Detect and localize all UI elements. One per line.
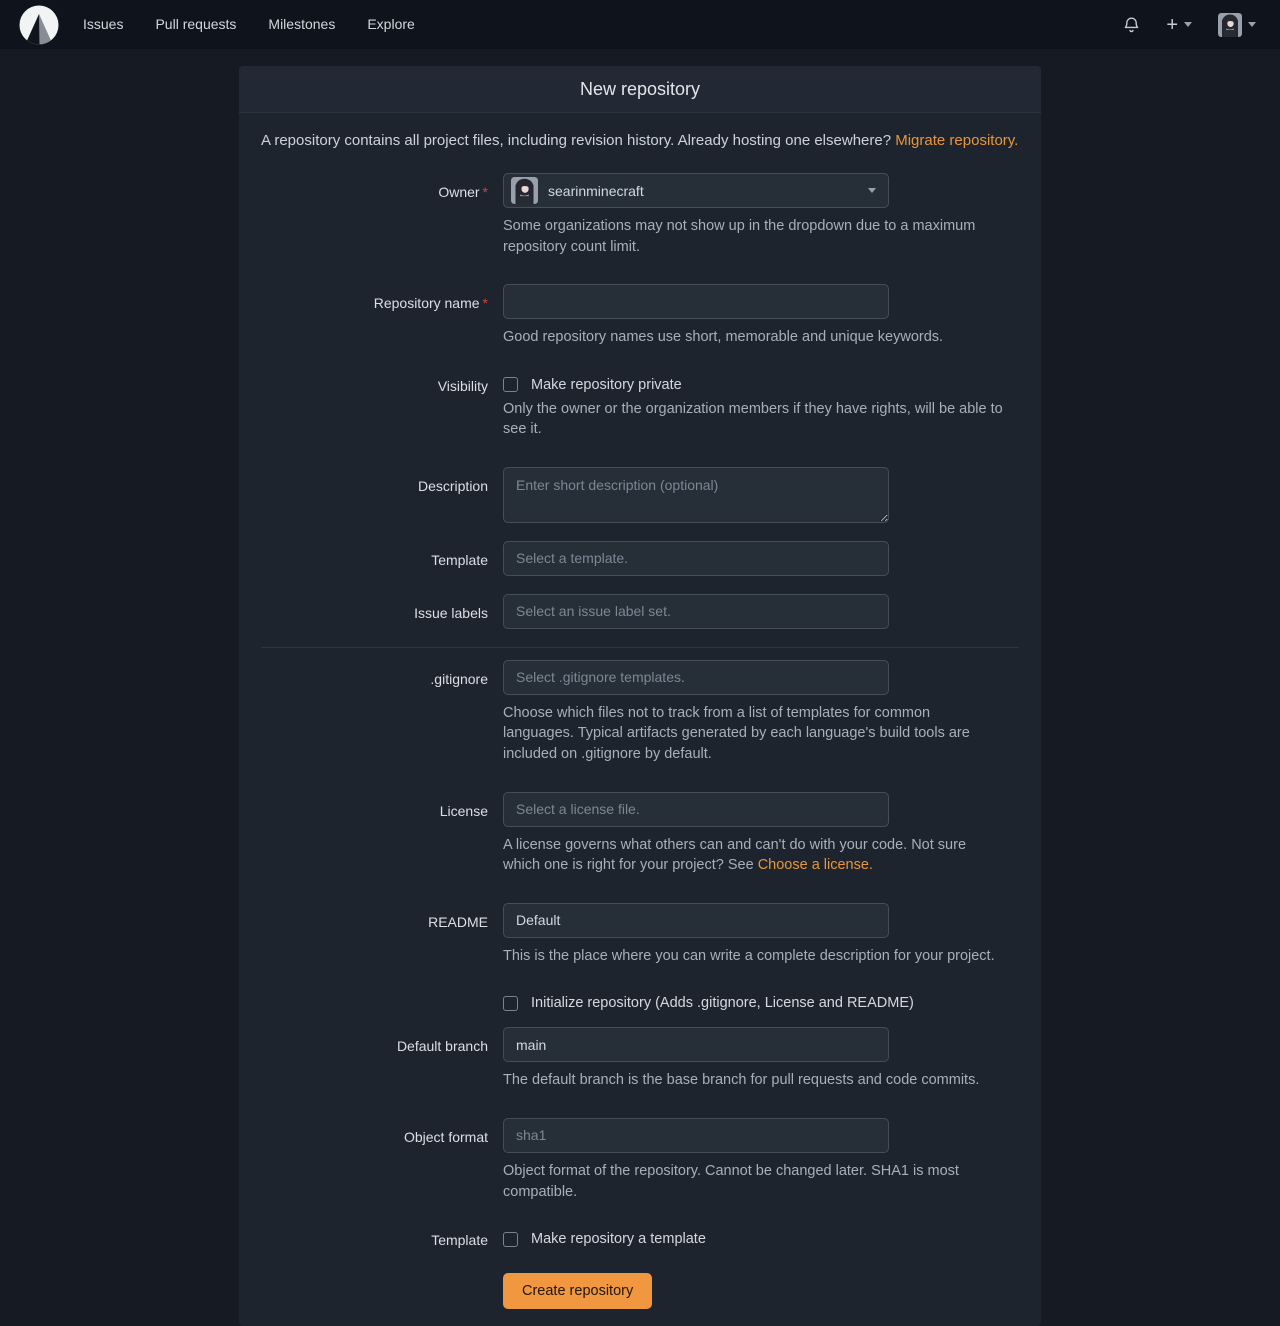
nav-link-explore[interactable]: Explore: [351, 0, 430, 49]
issue-labels-row: Issue labels Select an issue label set.: [261, 594, 1019, 629]
object-format-help: Object format of the repository. Cannot …: [503, 1161, 1004, 1202]
intro-text: A repository contains all project files,…: [261, 130, 1019, 151]
visibility-help: Only the owner or the organization membe…: [503, 399, 1004, 440]
plus-icon: +: [1166, 15, 1178, 35]
owner-select[interactable]: searinminecraft: [503, 173, 889, 208]
template-select-placeholder: Select a template.: [516, 550, 876, 566]
nav-link-issues[interactable]: Issues: [67, 0, 139, 49]
description-row: Description: [261, 467, 1019, 523]
create-menu-button[interactable]: +: [1156, 9, 1202, 41]
private-checkbox[interactable]: [503, 377, 518, 392]
new-repo-panel: New repository A repository contains all…: [239, 66, 1041, 1326]
make-template-checkbox-label[interactable]: Make repository a template: [531, 1231, 706, 1247]
choose-a-license-link[interactable]: Choose a license.: [758, 857, 873, 873]
description-label: Description: [261, 467, 503, 523]
owner-row: Owner* searinminecraft: [261, 173, 1019, 257]
init-label-spacer: [261, 993, 503, 1011]
section-divider: [261, 647, 1019, 648]
gitignore-placeholder: Select .gitignore templates.: [516, 669, 876, 685]
template-flag-row: Template Make repository a template: [261, 1229, 1019, 1249]
issue-labels-select[interactable]: Select an issue label set.: [503, 594, 889, 629]
template-flag-checkbox-line: Make repository a template: [503, 1229, 1019, 1247]
page-content: New repository A repository contains all…: [0, 49, 1280, 1326]
default-branch-help: The default branch is the base branch fo…: [503, 1070, 1004, 1091]
readme-value: Default: [516, 912, 876, 928]
init-row: Initialize repository (Adds .gitignore, …: [261, 993, 1019, 1011]
default-branch-label: Default branch: [261, 1027, 503, 1091]
private-checkbox-line: Make repository private: [503, 375, 1019, 393]
repo-name-row: Repository name* Good repository names u…: [261, 284, 1019, 348]
owner-avatar: [511, 177, 538, 204]
create-repository-button[interactable]: Create repository: [503, 1273, 652, 1309]
gitignore-label: .gitignore: [261, 660, 503, 765]
user-menu-button[interactable]: [1208, 7, 1266, 43]
object-format-row: Object format sha1 Object format of the …: [261, 1118, 1019, 1202]
readme-help: This is the place where you can write a …: [503, 946, 1004, 967]
init-checkbox-label[interactable]: Initialize repository (Adds .gitignore, …: [531, 995, 914, 1011]
nav-link-milestones[interactable]: Milestones: [252, 0, 351, 49]
template-select-row: Template Select a template.: [261, 541, 1019, 576]
page-title: New repository: [239, 66, 1041, 113]
readme-row: README Default This is the place where y…: [261, 903, 1019, 967]
template-flag-label: Template: [261, 1229, 503, 1249]
owner-label: Owner*: [261, 173, 503, 257]
issue-labels-label: Issue labels: [261, 594, 503, 629]
description-textarea[interactable]: [503, 467, 889, 523]
license-label: License: [261, 792, 503, 876]
repo-name-help: Good repository names use short, memorab…: [503, 327, 1004, 348]
readme-label: README: [261, 903, 503, 967]
required-mark: *: [483, 184, 488, 200]
repo-name-label: Repository name*: [261, 284, 503, 348]
site-logo-icon[interactable]: [19, 5, 59, 45]
top-navbar: Issues Pull requests Milestones Explore …: [0, 0, 1280, 49]
owner-value: searinminecraft: [548, 183, 858, 199]
visibility-row: Visibility Make repository private Only …: [261, 375, 1019, 440]
gitignore-help: Choose which files not to track from a l…: [503, 703, 1004, 765]
gitignore-select[interactable]: Select .gitignore templates.: [503, 660, 889, 695]
visibility-label: Visibility: [261, 375, 503, 440]
owner-help: Some organizations may not show up in th…: [503, 216, 1004, 257]
chevron-down-icon: [1248, 22, 1256, 27]
submit-row: Create repository: [261, 1273, 1019, 1309]
user-avatar: [1218, 13, 1242, 37]
license-placeholder: Select a license file.: [516, 801, 876, 817]
object-format-select[interactable]: sha1: [503, 1118, 889, 1153]
init-repository-checkbox[interactable]: [503, 996, 518, 1011]
chevron-down-icon: [1184, 22, 1192, 27]
template-select-label: Template: [261, 541, 503, 576]
submit-spacer: [261, 1273, 503, 1309]
license-select[interactable]: Select a license file.: [503, 792, 889, 827]
readme-select[interactable]: Default: [503, 903, 889, 938]
navbar-right: +: [1113, 7, 1266, 43]
new-repo-form: A repository contains all project files,…: [239, 113, 1041, 1326]
nav-link-pull-requests[interactable]: Pull requests: [139, 0, 252, 49]
repo-name-input[interactable]: [503, 284, 889, 319]
notifications-button[interactable]: [1113, 10, 1150, 40]
make-template-checkbox[interactable]: [503, 1232, 518, 1247]
required-mark: *: [483, 295, 488, 311]
chevron-down-icon: [868, 188, 876, 193]
private-checkbox-label[interactable]: Make repository private: [531, 377, 682, 393]
bell-icon: [1123, 16, 1140, 34]
init-checkbox-line: Initialize repository (Adds .gitignore, …: [503, 993, 1019, 1011]
default-branch-row: Default branch The default branch is the…: [261, 1027, 1019, 1091]
template-select[interactable]: Select a template.: [503, 541, 889, 576]
object-format-label: Object format: [261, 1118, 503, 1202]
default-branch-input[interactable]: [503, 1027, 889, 1062]
object-format-value: sha1: [516, 1127, 876, 1143]
migrate-repository-link[interactable]: Migrate repository.: [895, 132, 1018, 149]
gitignore-row: .gitignore Select .gitignore templates. …: [261, 660, 1019, 765]
license-help: A license governs what others can and ca…: [503, 835, 1004, 876]
issue-labels-placeholder: Select an issue label set.: [516, 603, 876, 619]
license-row: License Select a license file. A license…: [261, 792, 1019, 876]
